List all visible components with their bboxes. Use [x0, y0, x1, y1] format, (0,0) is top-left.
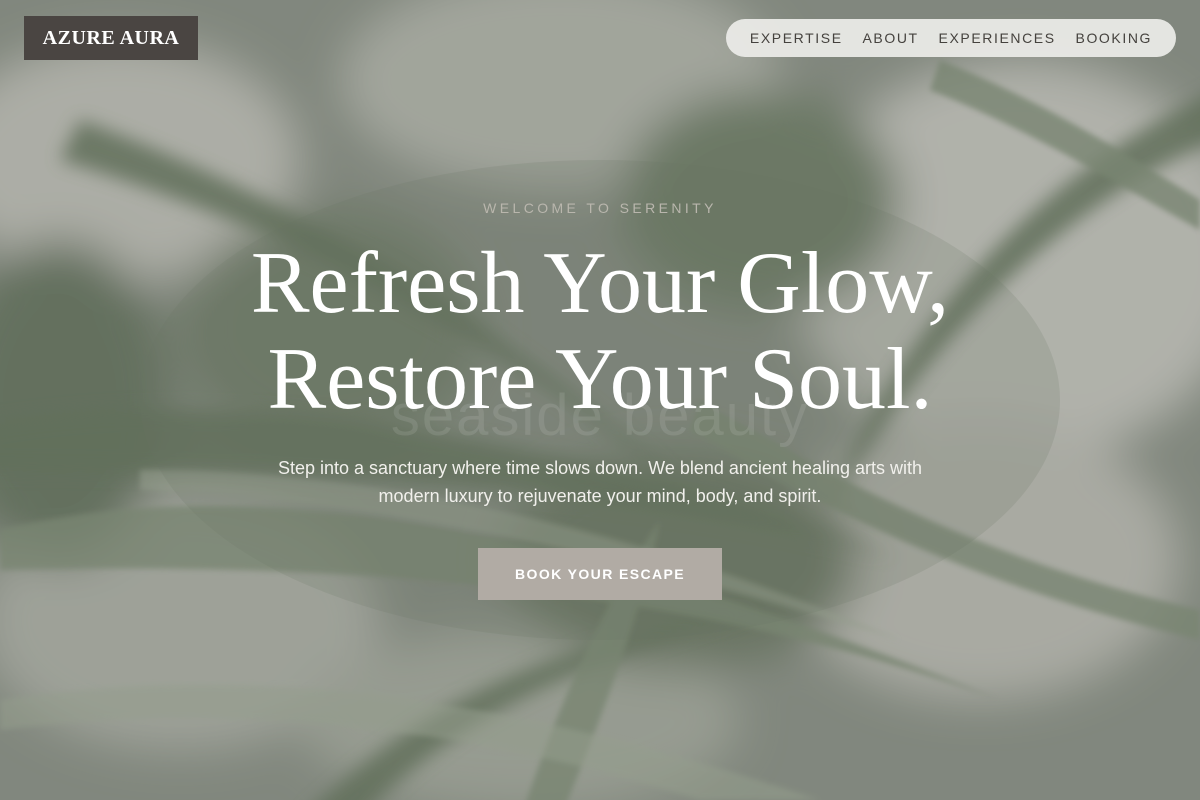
nav-item-experiences[interactable]: EXPERIENCES — [939, 30, 1056, 46]
hero-headline: Refresh Your Glow, Restore Your Soul. — [0, 236, 1200, 428]
main-navigation: EXPERTISE ABOUT EXPERIENCES BOOKING — [726, 19, 1176, 57]
hero-headline-line-2: Restore Your Soul. — [267, 331, 933, 428]
nav-item-about[interactable]: ABOUT — [862, 30, 918, 46]
hero-headline-line-1: Refresh Your Glow, — [250, 235, 950, 332]
hero-description: Step into a sanctuary where time slows d… — [277, 458, 922, 506]
nav-item-booking[interactable]: BOOKING — [1076, 30, 1153, 46]
hero-eyebrow: WELCOME TO SERENITY — [483, 200, 717, 216]
brand-logo[interactable]: AZURE AURA — [24, 16, 198, 60]
book-your-escape-button[interactable]: BOOK YOUR ESCAPE — [478, 548, 722, 600]
nav-item-expertise[interactable]: EXPERTISE — [750, 30, 843, 46]
